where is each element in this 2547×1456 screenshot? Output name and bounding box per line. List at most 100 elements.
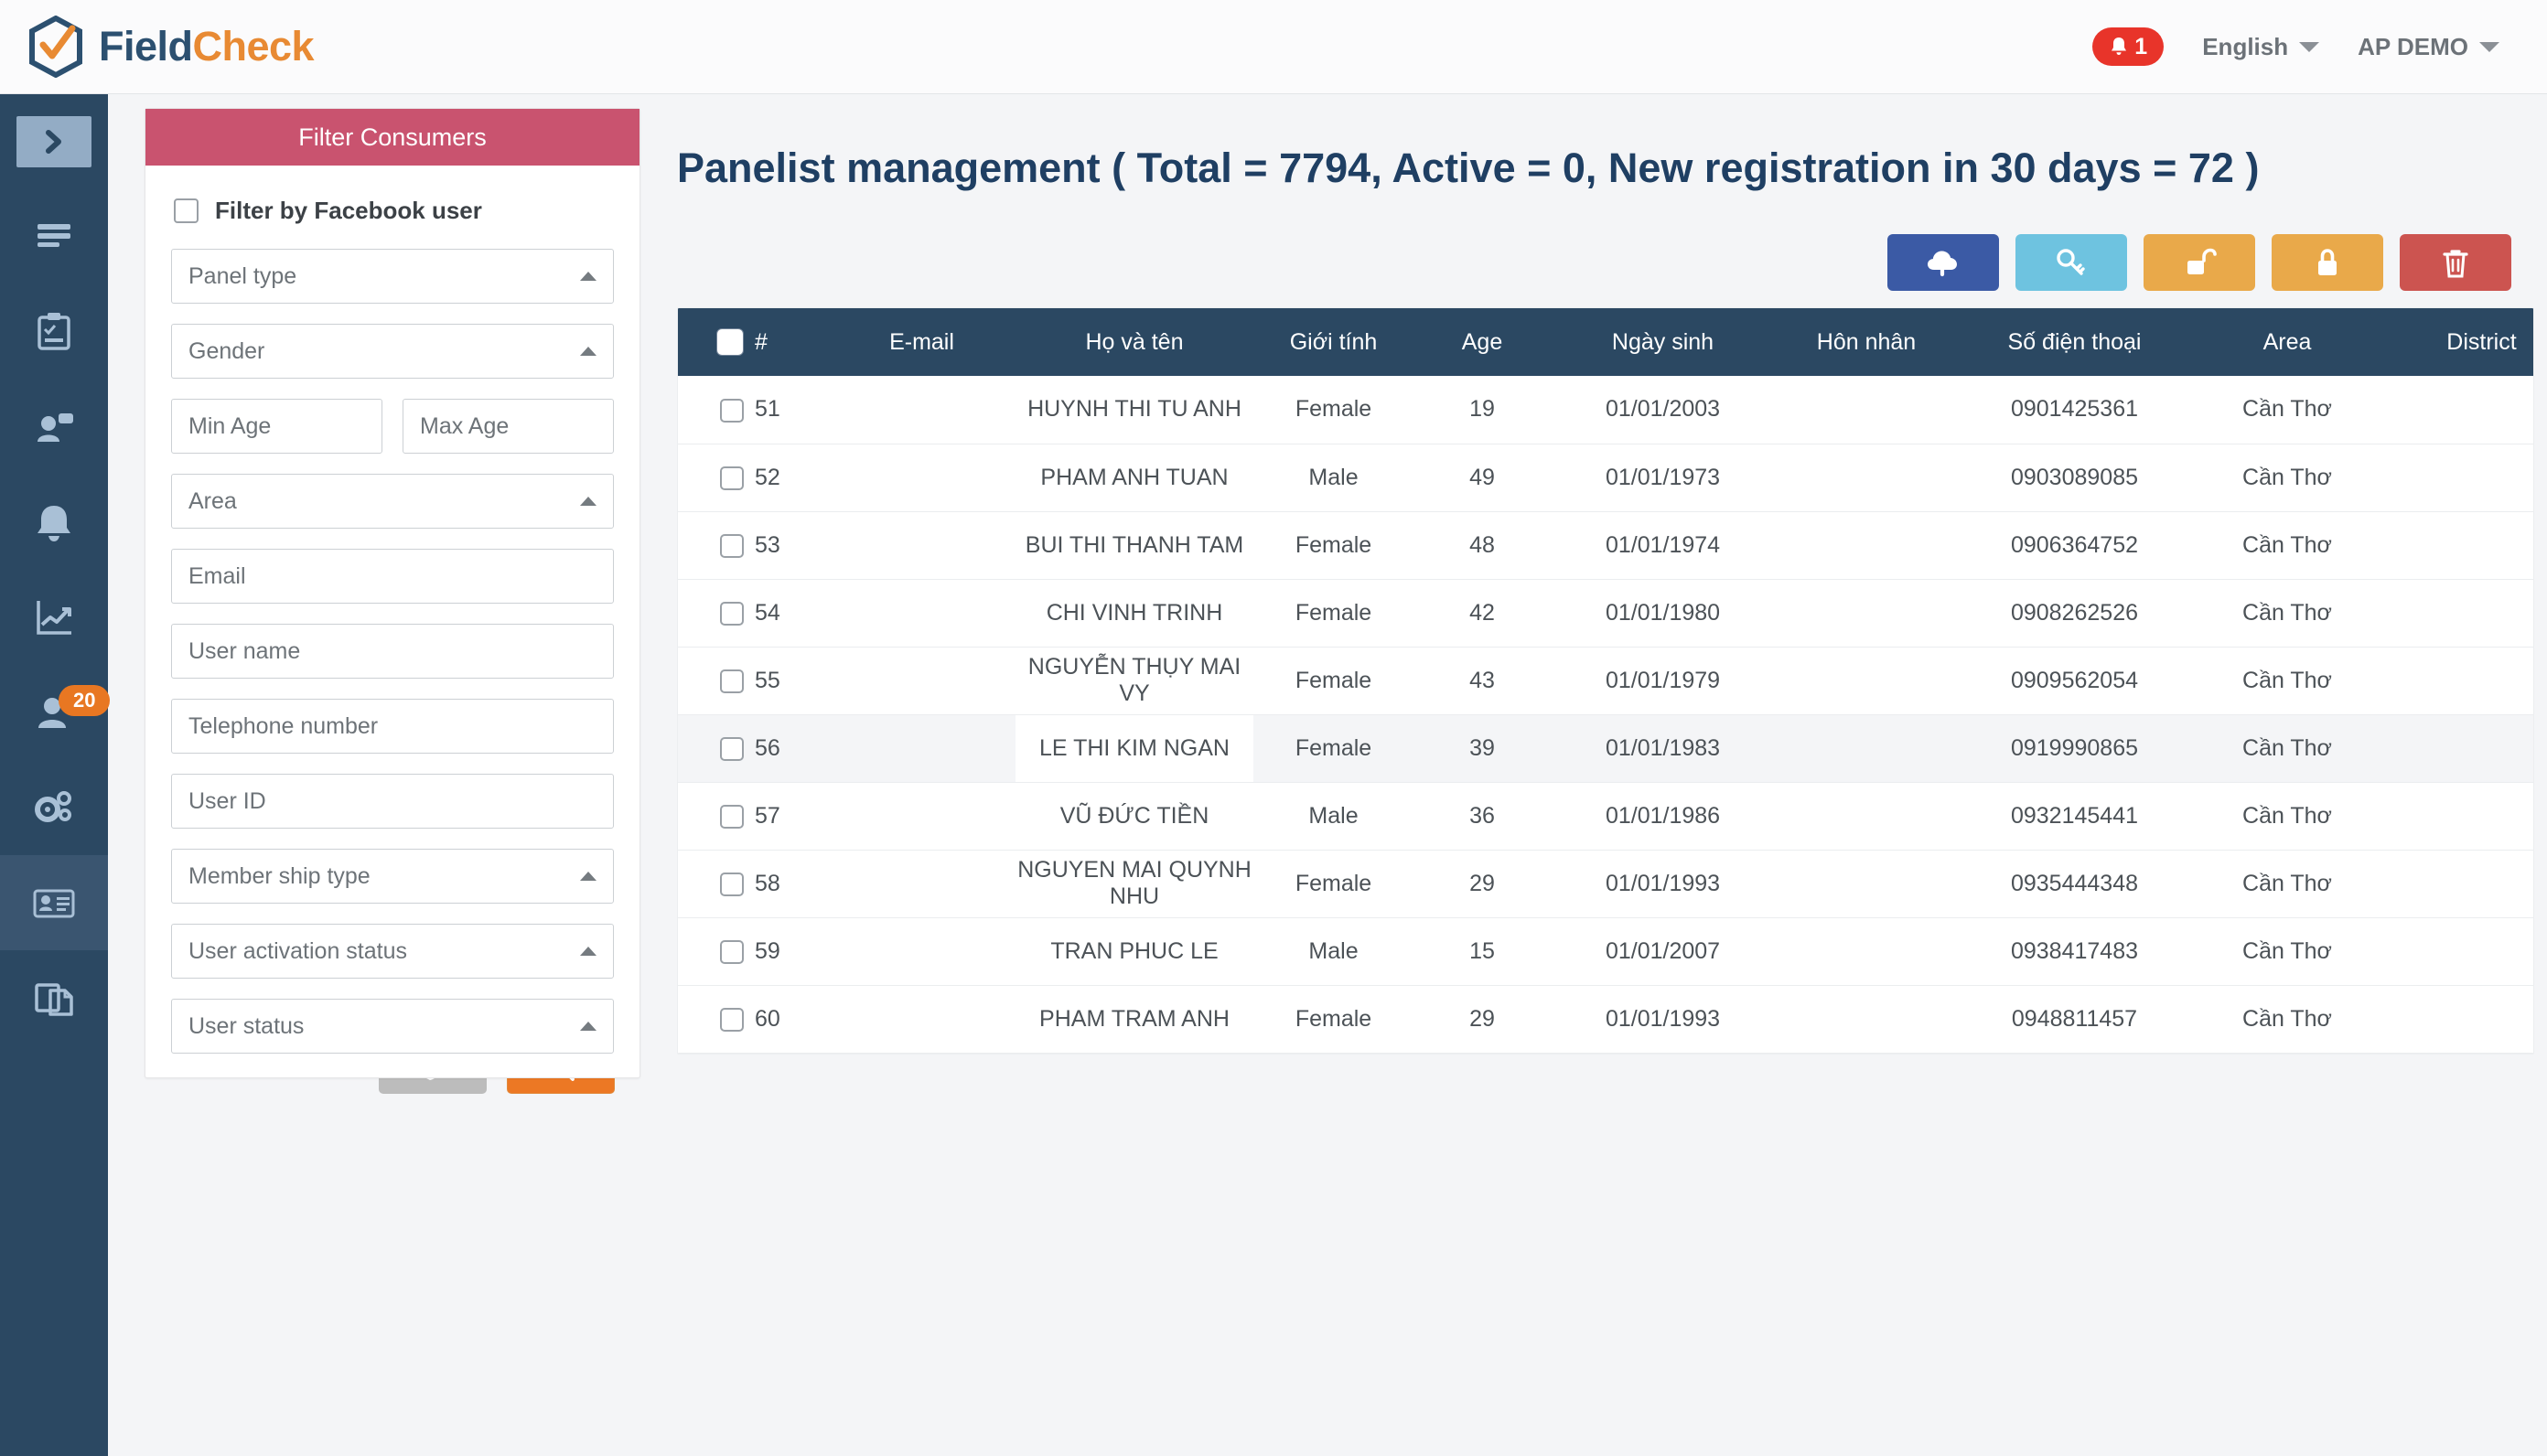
sidebar: 20 [0,94,111,1456]
sidebar-toggle-button[interactable] [16,116,91,167]
column-header-area[interactable]: Area [2191,308,2383,376]
row-checkbox[interactable] [720,398,744,423]
cell-number: 53 [755,531,780,558]
brand-name-first: Field [99,23,193,70]
user-status-select[interactable]: User status [171,999,614,1054]
brand-text: FieldCheck [99,23,315,70]
row-checkbox[interactable] [720,736,744,761]
sidebar-item-tasks[interactable] [0,284,108,380]
table-row[interactable]: 54 CHI VINH TRINH Female 42 01/01/1980 090826… [678,579,2533,647]
table-row[interactable]: 53 BUI THI THANH TAM Female 48 01/01/1974 090… [678,511,2533,579]
cell-email [828,917,1016,985]
cell-name: TRAN PHUC LE [1050,937,1219,964]
sidebar-item-notifications[interactable] [0,475,108,570]
unlock-button[interactable] [2144,234,2255,291]
notification-badge[interactable]: 1 [2092,27,2165,66]
row-checkbox[interactable] [720,1007,744,1032]
sidebar-item-user-message[interactable] [0,380,108,475]
column-header-phone[interactable]: Số điện thoại [1958,308,2191,376]
cell-phone: 0938417483 [2010,937,2139,964]
table-row[interactable]: 60 PHAM TRAM ANH Female 29 01/01/1993 0948811… [678,985,2533,1053]
row-select-cell[interactable] [678,850,744,917]
row-select-cell[interactable] [678,985,744,1053]
column-header-name[interactable]: Họ và tên [1016,308,1253,376]
facebook-filter-checkbox[interactable] [174,198,199,223]
cell-dob: 01/01/1974 [1605,531,1721,558]
brand-logo[interactable]: FieldCheck [0,16,315,78]
panel-type-select[interactable]: Panel type [171,249,614,304]
min-age-input[interactable]: Min Age [171,399,382,454]
reset-password-button[interactable] [2015,234,2127,291]
chevron-down-icon [2479,41,2499,52]
telephone-number-input[interactable]: Telephone number [171,699,614,754]
row-checkbox[interactable] [720,804,744,829]
sidebar-item-documents[interactable] [0,950,108,1045]
sidebar-item-settings[interactable] [0,760,108,855]
row-select-cell[interactable] [678,782,744,850]
member-ship-type-select[interactable]: Member ship type [171,849,614,904]
sidebar-item-users[interactable]: 20 [0,665,111,760]
row-select-cell[interactable] [678,714,744,782]
table-row[interactable]: 51 HUYNH THI TU ANH Female 19 01/01/2003 0901… [678,376,2533,444]
row-select-cell[interactable] [678,647,744,714]
table-row[interactable]: 55 NGUYỄN THỤY MAI VY Female 43 01/01/1979 09… [678,647,2533,714]
column-header-number[interactable]: # [744,308,828,376]
sidebar-item-reports[interactable] [0,570,108,665]
row-select-cell[interactable] [678,376,744,444]
email-input[interactable]: Email [171,549,614,604]
row-checkbox[interactable] [720,466,744,490]
row-select-cell[interactable] [678,917,744,985]
top-bar-right: 1 English AP DEMO [2092,27,2547,66]
panelist-table-container: # E-mail Họ và tên Giới tính Age Ngày si… [677,307,2534,1055]
cloud-upload-icon [1928,251,1957,277]
cell-age: 48 [1469,531,1495,558]
cell-area: Cần Thơ [2242,937,2332,964]
cell-gender: Female [1295,1005,1372,1032]
column-header-age[interactable]: Age [1413,308,1551,376]
table-row[interactable]: 58 NGUYEN MAI QUYNH NHU Female 29 01/01/1993… [678,850,2533,917]
lock-button[interactable] [2272,234,2383,291]
select-all-header[interactable] [678,308,744,376]
cell-gender: Female [1295,396,1372,423]
column-header-email[interactable]: E-mail [828,308,1016,376]
table-row[interactable]: 59 TRAN PHUC LE Male 15 01/01/2007 0938417483… [678,917,2533,985]
table-row[interactable]: 56 LE THI KIM NGAN Female 39 01/01/1983 09199… [678,714,2533,782]
cell-phone: 0906364752 [2010,531,2139,558]
row-select-cell[interactable] [678,444,744,511]
account-menu[interactable]: AP DEMO [2358,33,2499,61]
row-checkbox[interactable] [720,939,744,964]
upload-button[interactable] [1887,234,1999,291]
user-activation-status-select[interactable]: User activation status [171,924,614,979]
cell-phone: 0903089085 [2010,464,2139,490]
table-row[interactable]: 52 PHAM ANH TUAN Male 49 01/01/1973 090308908… [678,444,2533,511]
row-checkbox[interactable] [720,533,744,558]
email-placeholder: Email [188,562,246,589]
cell-number: 60 [755,1005,780,1032]
user-name-input[interactable]: User name [171,624,614,679]
cell-district [2383,511,2533,579]
area-select[interactable]: Area [171,474,614,529]
column-header-gender[interactable]: Giới tính [1253,308,1413,376]
language-selector[interactable]: English [2202,33,2320,61]
row-select-cell[interactable] [678,511,744,579]
cell-phone: 0908262526 [2010,599,2139,626]
sidebar-item-list[interactable] [0,189,108,284]
max-age-input[interactable]: Max Age [403,399,614,454]
row-checkbox[interactable] [720,872,744,896]
delete-button[interactable] [2400,234,2511,291]
column-header-district[interactable]: District [2383,308,2533,376]
table-row[interactable]: 57 VŨ ĐỨC TIỀN Male 36 01/01/1986 0932145441 C… [678,782,2533,850]
row-checkbox[interactable] [720,601,744,626]
select-all-checkbox[interactable] [716,328,744,357]
cell-age: 29 [1469,1005,1495,1032]
column-header-dob[interactable]: Ngày sinh [1551,308,1775,376]
row-checkbox[interactable] [720,669,744,693]
filter-facebook-row[interactable]: Filter by Facebook user [174,197,614,225]
cell-district [2383,985,2533,1053]
sidebar-item-panelist[interactable] [0,855,108,950]
user-id-input[interactable]: User ID [171,774,614,829]
gender-select[interactable]: Gender [171,324,614,379]
column-header-marital[interactable]: Hôn nhân [1775,308,1958,376]
sidebar-item-toggle[interactable] [0,94,108,189]
row-select-cell[interactable] [678,579,744,647]
